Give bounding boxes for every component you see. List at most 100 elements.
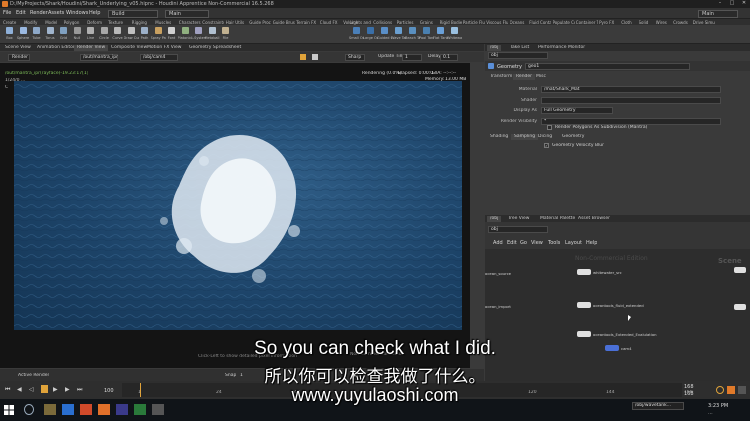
snapshot-icon[interactable] [300, 54, 306, 60]
renderer-dropdown[interactable]: /out/mantra_ipr [80, 53, 118, 61]
param-field-material[interactable]: /mat/Shark_Mat [541, 86, 721, 93]
net-menu-view[interactable]: View [531, 240, 543, 246]
tab-motion-fx-view[interactable]: Motion FX View [144, 45, 184, 51]
param-tab-transform[interactable]: Transform [487, 74, 515, 80]
subtab-dicing[interactable]: Dicing [535, 134, 555, 140]
context-dropdown[interactable]: Main [165, 9, 209, 18]
shelf-tab[interactable]: Container Tools [576, 20, 598, 25]
shelf-tool-beach-tank[interactable]: Beach Tank [405, 26, 420, 43]
update-time-field[interactable]: 1 [402, 53, 422, 61]
shelf-tool-circle[interactable]: Circle [98, 26, 111, 43]
subtab-shading[interactable]: Shading [487, 134, 511, 140]
net-menu-help[interactable]: Help [586, 240, 597, 246]
node-oceantools-fluid[interactable] [577, 302, 591, 308]
shelf-tool-box[interactable]: Box [3, 26, 16, 43]
color-icon[interactable] [312, 54, 318, 60]
shelf-tab[interactable]: Fluid Contai... [529, 20, 551, 25]
shelf-tool-torus[interactable]: Torus [44, 26, 57, 43]
menu-windows[interactable]: Windows [66, 10, 88, 16]
shelf-tab[interactable]: Viscous Fluids [486, 20, 508, 25]
shelf-tab[interactable]: Guide Brushes [273, 20, 295, 25]
shelf-tab[interactable]: Lights and C... [350, 20, 372, 25]
shelf-tab[interactable]: Polygon [64, 20, 86, 25]
tab-animation-editor[interactable]: Animation Editor [34, 45, 78, 51]
param-field-display-as[interactable]: Full Geometry [541, 107, 613, 114]
shelf-tab[interactable]: Muscles [155, 20, 177, 25]
subtab-geometry[interactable]: Geometry [559, 134, 587, 140]
param-path-field[interactable]: obj [488, 52, 548, 59]
shelf-tab[interactable]: Cloth [621, 20, 637, 25]
tab-geometry-spreadsheet[interactable]: Geometry Spreadsheet [186, 45, 244, 51]
shelf-tab[interactable]: Particles [397, 20, 419, 25]
shelf-tool-spray-paint[interactable]: Spray Paint [151, 26, 166, 43]
net-tab--obj[interactable]: /obj [487, 215, 502, 222]
param-field-shader[interactable] [541, 96, 721, 104]
net-menu-tools[interactable]: Tools [548, 240, 560, 246]
shelf-tool-font[interactable]: Font [165, 26, 178, 43]
shelf-tab[interactable]: Characters [179, 20, 201, 25]
shelf-tool-null[interactable]: Null [71, 26, 84, 43]
shelf-tab[interactable]: Drive Simula... [693, 20, 715, 25]
shelf-tab[interactable]: Rigid Bodies [440, 20, 462, 25]
net-menu-layout[interactable]: Layout [565, 240, 582, 246]
maximize-button[interactable]: □ [726, 0, 738, 8]
node-right-top[interactable] [734, 267, 746, 273]
subdivision-checkbox[interactable] [547, 125, 552, 130]
windows-start-icon[interactable] [4, 405, 14, 415]
shelf-tab[interactable]: Pyro FX [599, 20, 620, 25]
tab-render-view[interactable]: Render View [74, 44, 109, 51]
tab-take-list[interactable]: Take List [507, 45, 532, 51]
shelf-tool-tube[interactable]: Tube [30, 26, 43, 43]
shelf-tab[interactable]: Rigging [132, 20, 154, 25]
shelf-tool-grid[interactable]: Grid [57, 26, 70, 43]
right-context-dropdown[interactable]: Main [698, 9, 738, 18]
velocity-blur-checkbox[interactable]: ✓ [544, 143, 549, 148]
shelf-tool-whitewater[interactable]: Whitewater [447, 26, 462, 43]
net-menu-edit[interactable]: Edit [507, 240, 517, 246]
shelf-tab[interactable]: Populate Con... [553, 20, 575, 25]
tab--obj[interactable]: /obj [487, 44, 502, 51]
param-field-render-visibility[interactable]: * [541, 117, 721, 125]
shelf-tool-file[interactable]: File [219, 26, 232, 43]
close-button[interactable]: ✕ [738, 0, 750, 8]
net-menu-add[interactable]: Add [493, 240, 503, 246]
shelf-tool-metaball[interactable]: Metaball [205, 26, 220, 43]
net-tab-asset-browser[interactable]: Asset Browser [575, 216, 613, 222]
shelf-tab[interactable]: Oceans [510, 20, 528, 25]
shelf-tab[interactable]: Constraints [202, 20, 224, 25]
net-menu-go[interactable]: Go [520, 240, 527, 246]
shelf-tab[interactable]: Model [45, 20, 62, 25]
sharp-dropdown[interactable]: Sharp [345, 53, 365, 61]
shelf-tool-wave-tank[interactable]: Wave Tank [391, 26, 406, 43]
node-whitewater-src[interactable] [577, 269, 591, 275]
node-right-mid[interactable] [734, 304, 746, 310]
shelf-tab[interactable]: Crowds [673, 20, 691, 25]
menu-edit[interactable]: Edit [16, 10, 26, 16]
shelf-tool-large-ocean[interactable]: Large Ocean [363, 26, 378, 43]
menu-render[interactable]: Render [30, 10, 48, 16]
shelf-tab[interactable]: Guide Process [249, 20, 271, 25]
param-tab-render[interactable]: Render [513, 74, 536, 80]
shelf-tab[interactable]: Deform [87, 20, 107, 25]
shelf-tab[interactable]: Create [3, 20, 23, 25]
camera-dropdown[interactable]: /obj/cam4 [140, 53, 178, 61]
shelf-tab[interactable]: Particle Fluids [463, 20, 485, 25]
shelf-tab[interactable]: Solid [639, 20, 655, 25]
render-button[interactable]: Render [8, 53, 30, 61]
shelf-tab[interactable]: Texture [108, 20, 130, 25]
tab-performance-monitor[interactable]: Performance Monitor [535, 45, 588, 51]
desktop-dropdown[interactable]: Build [108, 9, 158, 18]
shelf-tab[interactable]: Terrain FX [296, 20, 318, 25]
shelf-tool-small-ocean[interactable]: Small Ocean [349, 26, 364, 43]
menu-help[interactable]: Help [89, 10, 100, 16]
shelf-tool-sphere[interactable]: Sphere [17, 26, 30, 43]
shelf-tab[interactable]: Cloud FX [320, 20, 342, 25]
menu-file[interactable]: File [3, 10, 11, 16]
shelf-tool-draw-curve[interactable]: Draw Curve [124, 26, 139, 43]
node-oceantools-eval[interactable] [577, 331, 591, 337]
tab-scene-view[interactable]: Scene View [2, 45, 34, 51]
net-tab-tree-view[interactable]: Tree View [505, 216, 533, 222]
shelf-tool-platonic-solids[interactable]: Platonic Solids [178, 26, 193, 43]
shelf-tool-guided-ocean-layer[interactable]: Guided Ocean Layer [377, 26, 392, 43]
node-name-field[interactable]: geo1 [525, 62, 690, 70]
